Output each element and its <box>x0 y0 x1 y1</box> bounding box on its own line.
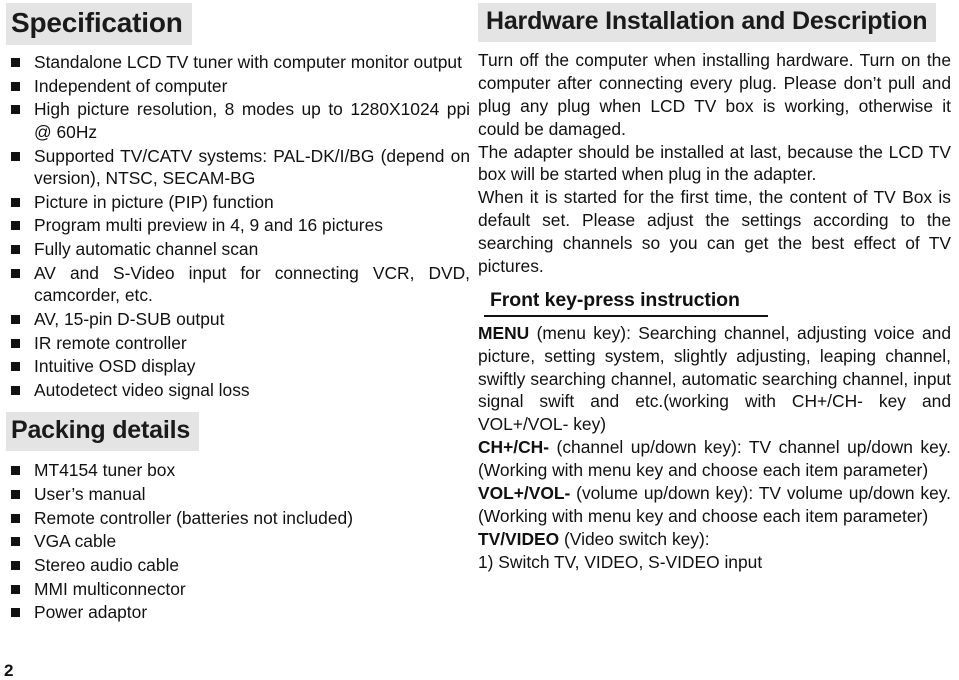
two-column-layout: Specification Standalone LCD TV tuner wi… <box>0 0 959 680</box>
square-bullet-icon <box>11 105 20 115</box>
packing-details-heading: Packing details <box>6 412 200 452</box>
document-page: Specification Standalone LCD TV tuner wi… <box>0 0 959 680</box>
list-item-text: Power adaptor <box>34 602 148 623</box>
list-item-text: Standalone LCD TV tuner with computer mo… <box>34 52 462 72</box>
square-bullet-icon <box>11 221 20 231</box>
square-bullet-icon <box>11 466 20 476</box>
packing-details-list: MT4154 tuner box User’s manual Remote co… <box>6 459 470 623</box>
square-bullet-icon <box>11 560 20 570</box>
list-item-text: Autodetect video signal loss <box>34 379 250 400</box>
hardware-installation-heading: Hardware Installation and Description <box>478 3 937 42</box>
page-number: 2 <box>4 661 14 680</box>
intro-paragraph-2: The adapter should be installed at last,… <box>478 141 951 185</box>
intro-paragraph-1: Turn off the computer when installing ha… <box>478 50 951 139</box>
list-item-text: VGA cable <box>34 531 117 552</box>
list-item: AV, 15-pin D-SUB output <box>6 308 470 331</box>
list-item-text: Picture in picture (PIP) function <box>34 191 274 212</box>
list-item: Standalone LCD TV tuner with computer mo… <box>6 51 470 74</box>
square-bullet-icon <box>11 197 20 207</box>
list-item-text: AV and S-Video input for connecting VCR,… <box>34 262 470 306</box>
list-item-text: AV, 15-pin D-SUB output <box>34 308 225 329</box>
list-item-text: Program multi preview in 4, 9 and 16 pic… <box>34 215 383 236</box>
list-item-text: Stereo audio cable <box>34 554 180 575</box>
list-item: Program multi preview in 4, 9 and 16 pic… <box>6 214 470 237</box>
list-item-text: Supported TV/CATV systems: PAL-DK/I/BG (… <box>34 145 470 189</box>
square-bullet-icon <box>11 490 20 499</box>
list-item: Independent of computer <box>6 75 470 98</box>
key-description-text: (menu key): Searching channel, adjusting… <box>478 322 951 435</box>
square-bullet-icon <box>11 362 20 372</box>
intro-paragraph-3: When it is started for the first time, t… <box>478 187 951 276</box>
list-item: AV and S-Video input for connecting VCR,… <box>6 262 470 307</box>
list-item: Remote controller (batteries not include… <box>6 507 470 530</box>
square-bullet-icon <box>11 584 20 594</box>
key-description-ch: CH+/CH- (channel up/down key): TV channe… <box>476 436 951 482</box>
list-item: MT4154 tuner box <box>6 459 470 482</box>
key-name-tvvideo: TV/VIDEO <box>478 528 560 549</box>
list-item-text: Fully automatic channel scan <box>34 239 259 259</box>
square-bullet-icon <box>11 245 20 254</box>
specification-heading: Specification <box>6 3 192 45</box>
list-item: Picture in picture (PIP) function <box>6 191 470 214</box>
left-column: Specification Standalone LCD TV tuner wi… <box>0 0 470 680</box>
list-item: User’s manual <box>6 483 470 506</box>
square-bullet-icon <box>11 58 20 67</box>
list-item-text: MT4154 tuner box <box>34 460 176 481</box>
list-item: VGA cable <box>6 530 470 553</box>
list-item: Stereo audio cable <box>6 554 470 577</box>
list-item: Supported TV/CATV systems: PAL-DK/I/BG (… <box>6 145 470 190</box>
list-item: Intuitive OSD display <box>6 355 470 378</box>
front-key-press-subheading: Front key-press instruction <box>490 288 740 311</box>
list-item-text: User’s manual <box>34 484 146 504</box>
square-bullet-icon <box>11 314 20 324</box>
key-description-text: (Video switch key): <box>559 528 710 549</box>
square-bullet-icon <box>11 608 20 618</box>
key-description-menu: MENU (menu key): Searching channel, adju… <box>476 322 951 436</box>
list-item: IR remote controller <box>6 332 470 355</box>
square-bullet-icon <box>11 81 20 91</box>
key-description-text: (channel up/down key): TV channel up/dow… <box>478 437 951 480</box>
list-item: MMI multiconnector <box>6 578 470 601</box>
list-item: Autodetect video signal loss <box>6 379 470 402</box>
square-bullet-icon <box>11 513 20 523</box>
list-item-text: Intuitive OSD display <box>34 356 196 377</box>
list-item-text: Independent of computer <box>34 75 228 96</box>
front-key-press-section-header: Front key-press instruction <box>476 289 951 317</box>
list-item-text: Remote controller (batteries not include… <box>34 507 353 528</box>
tvvideo-step-1: 1) Switch TV, VIDEO, S-VIDEO input <box>478 551 763 572</box>
list-item: Fully automatic channel scan <box>6 238 470 261</box>
key-description-vol: VOL+/VOL- (volume up/down key): TV volum… <box>476 482 951 528</box>
square-bullet-icon <box>11 537 20 547</box>
subheading-underline <box>484 314 768 317</box>
specification-list: Standalone LCD TV tuner with computer mo… <box>6 51 470 401</box>
square-bullet-icon <box>11 268 20 278</box>
list-item-text: MMI multiconnector <box>34 578 186 599</box>
key-name-menu: MENU <box>478 322 530 343</box>
key-description-tvvideo: TV/VIDEO (Video switch key): <box>476 528 951 551</box>
square-bullet-icon <box>11 338 20 348</box>
list-item: Power adaptor <box>6 601 470 624</box>
square-bullet-icon <box>11 385 20 395</box>
key-name-ch: CH+/CH- <box>478 437 550 458</box>
list-item: High picture resolution, 8 modes up to 1… <box>6 98 470 143</box>
list-item-text: IR remote controller <box>34 332 187 353</box>
key-name-vol: VOL+/VOL- <box>478 482 571 503</box>
right-column: Hardware Installation and Description Tu… <box>470 0 959 677</box>
list-item-text: High picture resolution, 8 modes up to 1… <box>34 99 470 142</box>
square-bullet-icon <box>11 151 20 161</box>
